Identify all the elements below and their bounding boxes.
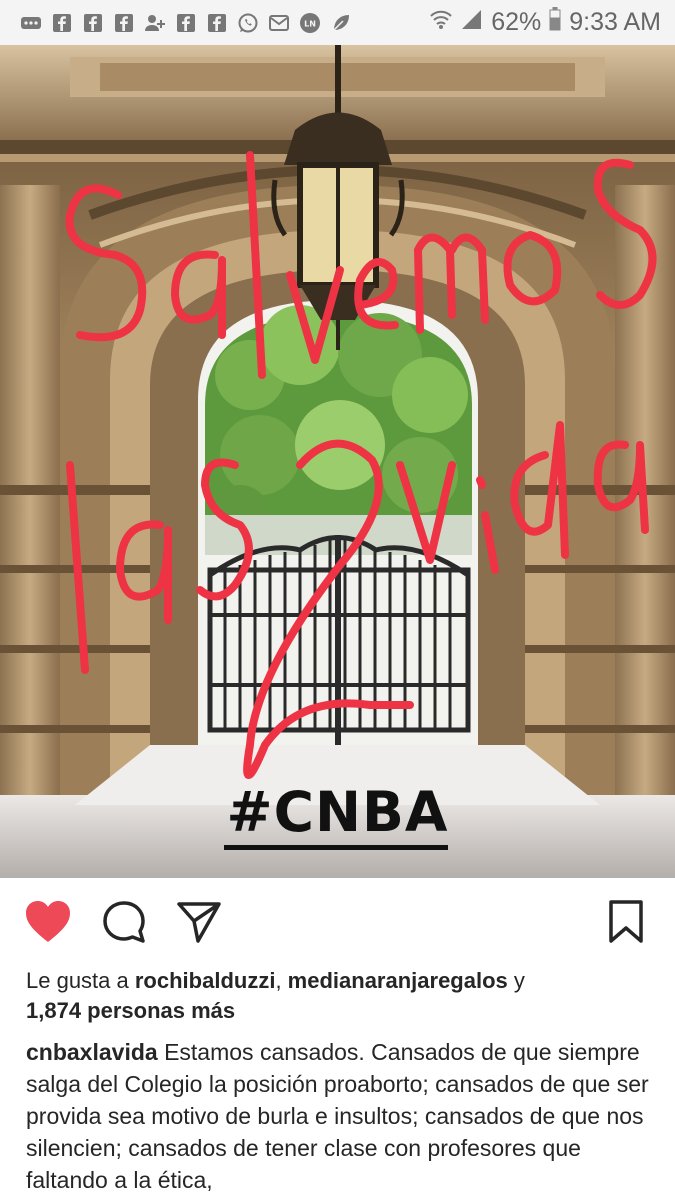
status-right: 62% 9:33 AM <box>429 7 661 38</box>
send-icon <box>177 902 221 943</box>
comment-button[interactable] <box>100 898 148 946</box>
facebook-icon <box>175 12 197 34</box>
status-bar: LN 62% 9:33 AM <box>0 0 675 45</box>
signal-icon <box>461 8 483 37</box>
action-bar <box>0 878 675 962</box>
comment-icon <box>103 901 145 943</box>
hashtag-label: #CNBA <box>226 780 449 844</box>
facebook-icon <box>51 12 73 34</box>
post-image-art <box>0 45 675 878</box>
liker-link[interactable]: medianaranjaregalos <box>288 968 508 993</box>
clock: 9:33 AM <box>569 8 661 36</box>
battery-icon <box>549 7 561 38</box>
hashtag-underline <box>224 845 448 850</box>
facebook-icon <box>113 12 135 34</box>
more-icon <box>20 12 42 34</box>
likes-summary: Le gusta a rochibalduzzi, medianaranjare… <box>26 966 656 1026</box>
liker-link[interactable]: rochibalduzzi <box>135 968 276 993</box>
wifi-icon <box>429 8 453 37</box>
save-button[interactable] <box>602 898 650 946</box>
bookmark-icon <box>609 900 643 943</box>
whatsapp-icon <box>237 12 259 34</box>
likes-separator: , <box>275 968 288 993</box>
facebook-icon <box>206 12 228 34</box>
notification-icons: LN <box>20 12 352 34</box>
add-user-icon <box>144 12 166 34</box>
post-caption: cnbaxlavida Estamos cansados. Cansados d… <box>26 1036 656 1196</box>
post-image[interactable]: #CNBA <box>0 45 675 878</box>
leaf-icon <box>330 12 352 34</box>
battery-percent: 62% <box>491 8 542 36</box>
facebook-icon <box>82 12 104 34</box>
share-button[interactable] <box>175 898 223 946</box>
likes-count-link[interactable]: 1,874 personas más <box>26 998 235 1023</box>
like-button[interactable] <box>24 898 72 946</box>
likes-and: y <box>507 968 525 993</box>
svg-text:LN: LN <box>304 19 316 28</box>
likes-prefix: Le gusta a <box>26 968 135 993</box>
mail-icon <box>268 12 290 34</box>
heart-icon <box>26 901 70 942</box>
ln-news-icon: LN <box>299 12 321 34</box>
caption-username[interactable]: cnbaxlavida <box>26 1039 158 1065</box>
